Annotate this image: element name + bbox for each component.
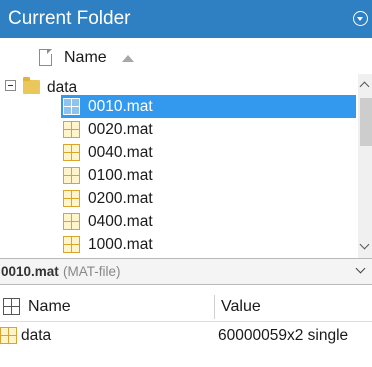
panel-title: Current Folder <box>8 8 131 29</box>
file-tree: data 0010.mat 0020.mat 0040.mat 0100.mat… <box>0 74 356 258</box>
details-file-name: 0010.mat <box>1 264 59 279</box>
variables-header: Name Value <box>0 293 372 322</box>
chevron-down-icon[interactable] <box>355 263 366 274</box>
file-name: 0100.mat <box>88 167 153 184</box>
mat-file-icon <box>63 213 80 230</box>
file-name: 0040.mat <box>88 144 153 161</box>
mat-file-icon <box>63 144 80 161</box>
name-column-header[interactable]: Name <box>64 49 107 67</box>
file-type-column-icon <box>39 49 52 66</box>
column-divider[interactable] <box>214 295 215 319</box>
folder-icon <box>23 77 40 94</box>
file-list-scrollbar[interactable] <box>358 74 372 258</box>
file-row-0100[interactable]: 0100.mat <box>61 164 356 187</box>
panel-menu-icon[interactable] <box>353 11 368 26</box>
variable-name: data <box>21 327 52 344</box>
file-name: 0020.mat <box>88 121 153 138</box>
mat-file-icon <box>63 236 80 253</box>
mat-file-icon <box>63 190 80 207</box>
file-row-0010[interactable]: 0010.mat <box>61 95 356 118</box>
variable-grid-icon <box>3 298 20 315</box>
file-row-0400[interactable]: 0400.mat <box>61 210 356 233</box>
variable-icon <box>0 327 17 344</box>
variable-row-data[interactable]: data 60000059x2 single <box>0 323 372 349</box>
mat-file-icon <box>63 167 80 184</box>
file-row-0200[interactable]: 0200.mat <box>61 187 356 210</box>
file-list-header[interactable]: Name <box>0 44 358 74</box>
collapse-toggle-icon[interactable] <box>5 80 16 91</box>
file-row-0020[interactable]: 0020.mat <box>61 118 356 141</box>
sort-ascending-icon[interactable] <box>122 55 134 62</box>
details-bar[interactable]: 0010.mat (MAT-file) <box>0 258 372 285</box>
file-row-0040[interactable]: 0040.mat <box>61 141 356 164</box>
mat-file-icon <box>63 121 80 138</box>
variable-value: 60000059x2 single <box>218 327 349 344</box>
scroll-up-icon[interactable] <box>359 81 370 92</box>
file-row-1000[interactable]: 1000.mat <box>61 233 356 256</box>
current-folder-title-bar: Current Folder <box>0 0 372 38</box>
file-name: 1000.mat <box>88 236 153 253</box>
file-name: 0400.mat <box>88 213 153 230</box>
scroll-down-icon[interactable] <box>359 239 370 250</box>
file-name: 0200.mat <box>88 190 153 207</box>
mat-file-icon <box>63 98 80 115</box>
details-file-type: (MAT-file) <box>63 264 121 279</box>
variable-name-column-header[interactable]: Name <box>28 298 71 316</box>
scroll-thumb[interactable] <box>360 98 372 146</box>
variable-value-column-header[interactable]: Value <box>221 298 261 316</box>
file-name: 0010.mat <box>88 98 153 115</box>
